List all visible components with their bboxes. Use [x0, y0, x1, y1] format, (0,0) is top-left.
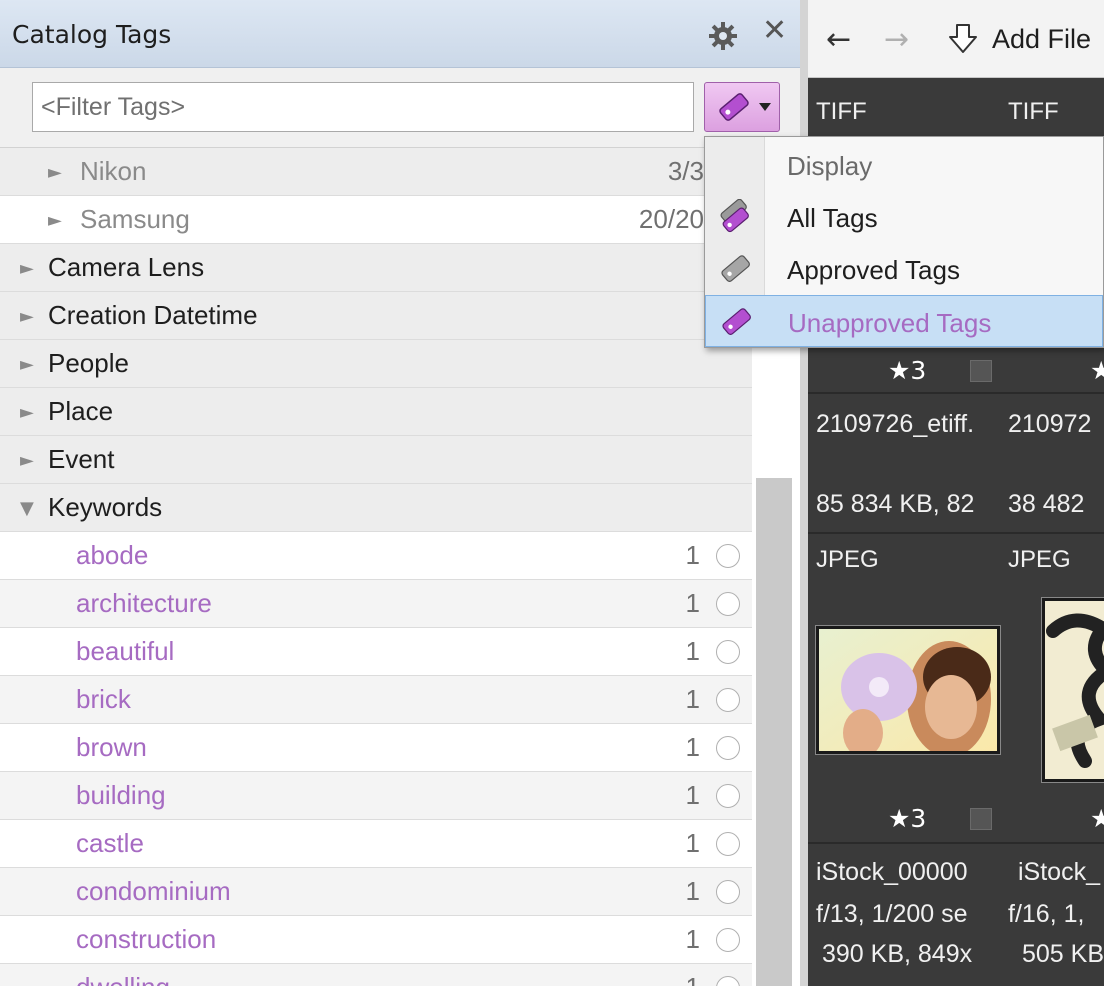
menu-item-all-tags[interactable]: All Tags [705, 191, 1103, 243]
approve-radio[interactable] [716, 544, 740, 568]
panel-header: Catalog Tags ✕ [0, 0, 800, 68]
add-file-icon[interactable] [946, 22, 980, 56]
arrow-right-icon[interactable]: → [884, 22, 909, 57]
browser-toolbar: ← → Add File [808, 0, 1104, 78]
tree-item-keywords[interactable]: ▼ Keywords [0, 484, 752, 532]
format-label: JPEG [816, 546, 879, 573]
file-size: 85 834 KB, 82 [816, 490, 975, 518]
approve-radio[interactable] [716, 880, 740, 904]
exposure-info: f/16, 1, [1008, 900, 1085, 928]
format-label: TIFF [816, 98, 867, 125]
file-size: 38 482 [1008, 490, 1085, 518]
divider [808, 392, 1104, 394]
tree-item-creation-datetime[interactable]: ► Creation Datetime [0, 292, 752, 340]
tree-item-people[interactable]: ► People [0, 340, 752, 388]
scrollbar-thumb[interactable] [756, 478, 792, 986]
exposure-info: f/13, 1/200 se [816, 900, 968, 928]
keyword-item[interactable]: condominium 1 [0, 868, 752, 916]
gear-icon[interactable] [708, 21, 738, 51]
tree-item-place[interactable]: ► Place [0, 388, 752, 436]
menu-item-unapproved-tags[interactable]: Unapproved Tags [705, 295, 1103, 347]
select-checkbox[interactable] [970, 808, 992, 830]
expand-arrow-icon[interactable]: ► [20, 402, 34, 423]
file-name: iStock_00000 [816, 858, 968, 886]
rating-star-icon[interactable]: ★ [1090, 356, 1104, 385]
keyword-item[interactable]: construction 1 [0, 916, 752, 964]
approve-radio[interactable] [716, 736, 740, 760]
file-size: 390 KB, 849x [822, 940, 973, 968]
tag-tree: ► Nikon 3/3 ► Samsung 20/20 ► Camera Len… [0, 148, 752, 986]
divider [808, 842, 1104, 844]
close-icon[interactable]: ✕ [762, 16, 787, 46]
expand-arrow-icon[interactable]: ► [20, 354, 34, 375]
rating-value: 3 [910, 804, 927, 833]
approve-radio[interactable] [716, 592, 740, 616]
tag-icon [719, 93, 749, 121]
tree-item-camera-lens[interactable]: ► Camera Lens [0, 244, 752, 292]
expand-arrow-icon[interactable]: ► [20, 450, 34, 471]
file-name: 210972 [1008, 410, 1092, 438]
approve-radio[interactable] [716, 832, 740, 856]
approved-tag-icon [721, 255, 750, 282]
tag-filter-dropdown-button[interactable] [704, 82, 780, 132]
select-checkbox[interactable] [970, 360, 992, 382]
approve-radio[interactable] [716, 640, 740, 664]
rating-value: 3 [910, 356, 927, 385]
catalog-tags-panel: Catalog Tags ✕ <Filter Tags> ► Nikon 3/3… [0, 0, 800, 986]
keyword-item[interactable]: castle 1 [0, 820, 752, 868]
expand-arrow-icon[interactable]: ► [20, 306, 34, 327]
rating-star-icon[interactable]: ★ [1090, 804, 1104, 833]
approve-radio[interactable] [716, 976, 740, 986]
keyword-item[interactable]: building 1 [0, 772, 752, 820]
all-tags-icon [720, 199, 749, 233]
tree-item-event[interactable]: ► Event [0, 436, 752, 484]
tag-display-menu: Display All Tags Approved Tags Unapprove… [704, 136, 1104, 348]
file-size: 505 KB [1022, 940, 1104, 968]
panel-title: Catalog Tags [12, 20, 172, 49]
expand-arrow-icon[interactable]: ► [48, 210, 62, 231]
keyword-item[interactable]: architecture 1 [0, 580, 752, 628]
rating-star-icon[interactable]: ★3 [888, 356, 926, 385]
approve-radio[interactable] [716, 688, 740, 712]
filter-tags-input[interactable] [32, 82, 694, 132]
thumbnail-image[interactable] [1041, 597, 1104, 783]
approve-radio[interactable] [716, 928, 740, 952]
arrow-left-icon[interactable]: ← [826, 22, 851, 57]
filter-bar [0, 68, 800, 148]
file-name: iStock_ [1018, 858, 1100, 886]
keyword-item[interactable]: brown 1 [0, 724, 752, 772]
keyword-item[interactable]: abode 1 [0, 532, 752, 580]
menu-item-approved-tags[interactable]: Approved Tags [705, 243, 1103, 295]
format-label: TIFF [1008, 98, 1059, 125]
add-file-button[interactable]: Add File [992, 24, 1091, 55]
keyword-item[interactable]: dwelling 1 [0, 964, 752, 986]
tree-item-samsung[interactable]: ► Samsung 20/20 [0, 196, 752, 244]
approve-radio[interactable] [716, 784, 740, 808]
thumbnail-image[interactable] [815, 625, 1001, 755]
format-label: JPEG [1008, 546, 1071, 573]
expand-arrow-icon[interactable]: ► [20, 258, 34, 279]
rating-star-icon[interactable]: ★3 [888, 804, 926, 833]
file-name: 2109726_etiff. [816, 410, 975, 438]
tree-item-nikon[interactable]: ► Nikon 3/3 [0, 148, 752, 196]
divider [808, 532, 1104, 534]
menu-header-display: Display [787, 151, 873, 181]
collapse-arrow-icon[interactable]: ▼ [20, 498, 34, 519]
keyword-item[interactable]: beautiful 1 [0, 628, 752, 676]
unapproved-tag-icon [722, 308, 751, 335]
chevron-down-icon [759, 103, 771, 111]
expand-arrow-icon[interactable]: ► [48, 162, 62, 183]
keyword-item[interactable]: brick 1 [0, 676, 752, 724]
